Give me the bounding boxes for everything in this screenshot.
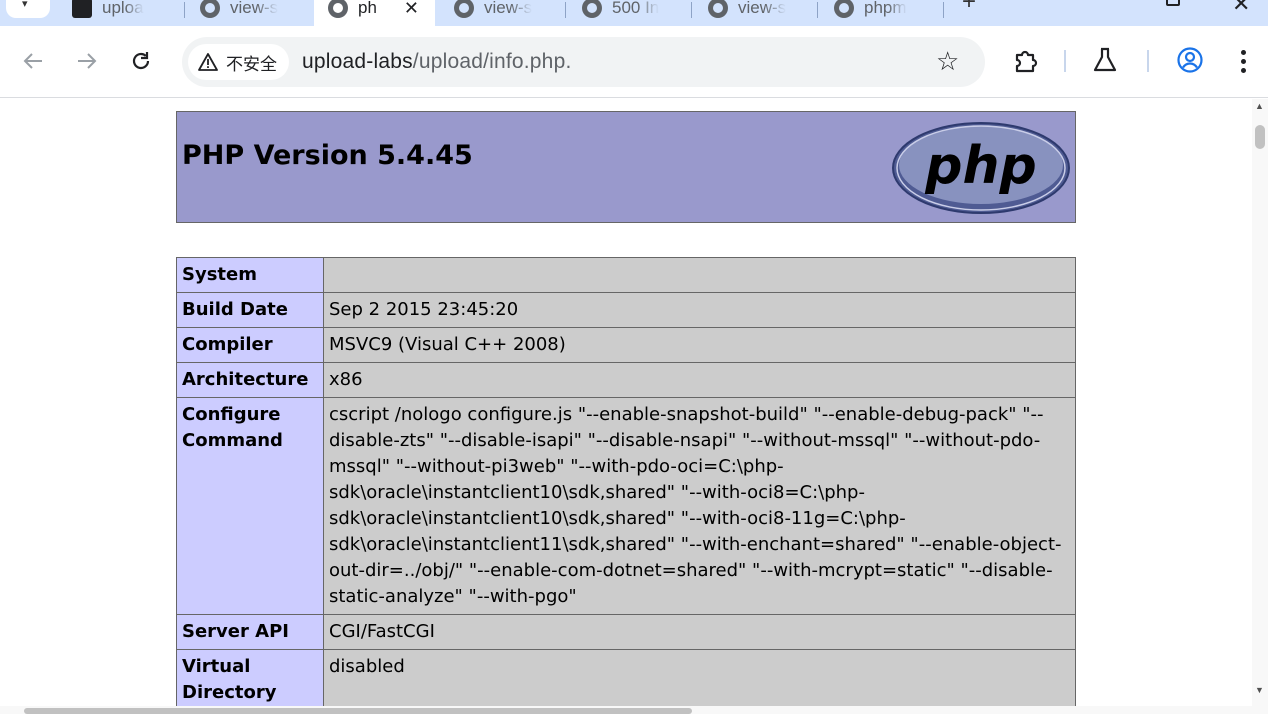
toolbar-separator: [1147, 50, 1149, 72]
toolbar-separator: [1064, 50, 1066, 72]
table-row: Server API CGI/FastCGI: [176, 614, 1076, 650]
tab-500-error[interactable]: 500 In: [568, 0, 690, 26]
security-label: 不安全: [226, 54, 277, 74]
arrow-left-icon: [23, 53, 42, 69]
tab-separator: [184, 2, 185, 18]
url-path: /upload/info.php.: [412, 50, 572, 73]
tab-separator: [691, 2, 692, 18]
tab-title: uploa: [102, 0, 144, 17]
scroll-up-icon[interactable]: ▲: [1255, 101, 1264, 111]
forward-button[interactable]: [74, 48, 100, 74]
reload-icon: [132, 52, 150, 70]
tab-title: view-s: [484, 0, 533, 17]
page-content: PHP Version 5.4.45 php System Build Date…: [0, 99, 1252, 706]
table-row: Configure Command cscript /nologo config…: [176, 397, 1076, 615]
row-value: disabled: [323, 649, 1076, 706]
row-value: Sep 2 2015 23:45:20: [323, 292, 1076, 328]
tab-title: view-s: [230, 0, 279, 17]
table-row: Virtual Directory Support disabled: [176, 649, 1076, 706]
labs-button[interactable]: [1091, 46, 1119, 74]
more-menu-icon[interactable]: [1238, 50, 1248, 76]
row-key: Virtual Directory Support: [176, 649, 324, 706]
arrow-right-icon: [78, 53, 97, 69]
tab-separator: [817, 2, 818, 18]
tab-search-button[interactable]: ▾: [6, 0, 50, 18]
bookmark-star-icon[interactable]: ☆: [936, 47, 959, 75]
table-row: Build Date Sep 2 2015 23:45:20: [176, 292, 1076, 328]
security-chip[interactable]: 不安全: [188, 44, 289, 80]
scroll-down-icon[interactable]: ▼: [1255, 685, 1264, 695]
chevron-down-icon: ▾: [22, 0, 28, 10]
browser-toolbar: 不安全 upload-labs/upload/info.php. ☆: [0, 26, 1268, 98]
globe-icon: [454, 0, 474, 18]
scrollbar-corner: [1252, 706, 1268, 714]
globe-icon: [834, 0, 854, 18]
window-close-icon[interactable]: ✕: [1232, 0, 1250, 17]
tab-separator: [943, 2, 944, 18]
tab-title: ph: [358, 0, 377, 17]
row-key: Architecture: [176, 362, 324, 398]
close-tab-icon[interactable]: ✕: [404, 0, 419, 19]
php-info-table: System Build Date Sep 2 2015 23:45:20 Co…: [176, 257, 1076, 706]
puzzle-icon: [1015, 50, 1038, 73]
row-value: cscript /nologo configure.js "--enable-s…: [323, 397, 1076, 615]
globe-icon: [708, 0, 728, 18]
account-circle-icon: [1177, 47, 1203, 73]
row-key: Compiler: [176, 327, 324, 363]
table-row: System: [176, 257, 1076, 293]
back-button[interactable]: [20, 48, 46, 74]
tab-phpinfo[interactable]: ph ✕: [314, 0, 435, 26]
table-row: Architecture x86: [176, 362, 1076, 398]
tab-upload-labs[interactable]: uploa: [58, 0, 182, 26]
url-host: upload-labs: [302, 50, 413, 73]
tab-view-source-2[interactable]: view-s: [440, 0, 564, 26]
row-key: Configure Command: [176, 397, 324, 615]
url-text[interactable]: upload-labs/upload/info.php.: [302, 50, 571, 74]
row-value: CGI/FastCGI: [323, 614, 1076, 650]
tab-view-source-1[interactable]: view-s: [186, 0, 310, 26]
table-row: Compiler MSVC9 (Visual C++ 2008): [176, 327, 1076, 363]
row-key: Server API: [176, 614, 324, 650]
row-key: Build Date: [176, 292, 324, 328]
tab-title: 500 In: [612, 0, 660, 17]
profile-button[interactable]: [1176, 46, 1204, 74]
row-value: x86: [323, 362, 1076, 398]
tab-title: phpm: [864, 0, 907, 17]
warning-icon: [198, 53, 218, 71]
tab-title: view-s: [738, 0, 787, 17]
row-value: MSVC9 (Visual C++ 2008): [323, 327, 1076, 363]
php-logo[interactable]: php: [891, 121, 1071, 215]
house-icon: [72, 0, 92, 18]
page-title: PHP Version 5.4.45: [182, 140, 473, 171]
extensions-button[interactable]: [1012, 46, 1040, 74]
globe-icon: [582, 0, 602, 18]
vertical-scrollbar-thumb[interactable]: [1255, 125, 1265, 149]
vertical-scrollbar[interactable]: ▲ ▼: [1252, 99, 1268, 706]
row-value: [323, 257, 1076, 293]
row-key: System: [176, 257, 324, 293]
window-restore-icon[interactable]: [1166, 0, 1180, 6]
flask-icon: [1093, 47, 1117, 72]
tab-phpmyadmin[interactable]: phpm: [820, 0, 942, 26]
php-logo-text: php: [924, 136, 1036, 196]
new-tab-icon[interactable]: +: [962, 0, 976, 16]
reload-button[interactable]: [128, 48, 154, 74]
globe-icon: [200, 0, 220, 18]
horizontal-scrollbar[interactable]: [0, 706, 1252, 714]
tab-view-source-3[interactable]: view-s: [694, 0, 816, 26]
php-version-header: PHP Version 5.4.45 php: [176, 111, 1076, 223]
tab-separator: [565, 2, 566, 18]
horizontal-scrollbar-thumb[interactable]: [24, 708, 692, 714]
globe-icon: [328, 0, 348, 18]
tab-strip: ▾ uploa view-s ph ✕ view-s 500 In view-s…: [0, 0, 1268, 26]
address-bar[interactable]: 不安全 upload-labs/upload/info.php. ☆: [182, 37, 985, 87]
